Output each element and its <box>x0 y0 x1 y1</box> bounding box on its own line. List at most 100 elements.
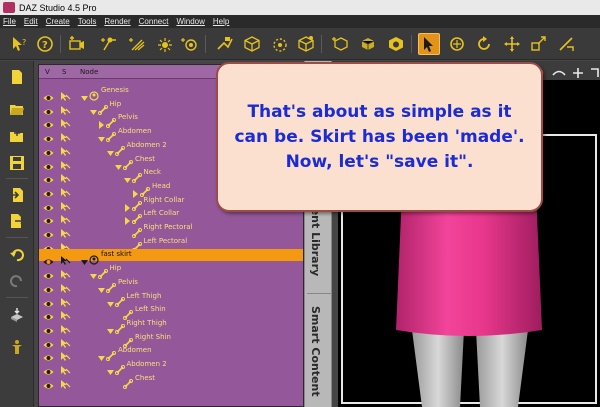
visibility-eye-icon[interactable] <box>43 169 54 183</box>
menu-help[interactable]: Help <box>213 17 229 26</box>
expand-arrow-down-icon[interactable] <box>98 128 105 143</box>
column-visible[interactable]: V <box>45 68 50 76</box>
scene-node-row[interactable]: Right Thigh <box>39 318 303 334</box>
selectable-cursor-icon[interactable] <box>60 127 71 143</box>
selectable-cursor-icon[interactable] <box>60 374 71 389</box>
selectable-cursor-icon[interactable] <box>60 278 71 293</box>
scene-node-row[interactable]: Right Shin <box>39 332 303 348</box>
visibility-eye-icon[interactable] <box>43 306 54 320</box>
help-icon[interactable]: ? <box>34 33 56 55</box>
visibility-eye-icon[interactable] <box>43 156 54 169</box>
expand-arrow-right-icon[interactable] <box>124 210 131 226</box>
redo-icon[interactable] <box>7 271 27 291</box>
visibility-eye-icon[interactable] <box>43 334 54 348</box>
new-scene-icon[interactable] <box>7 67 27 87</box>
scene-node-row[interactable]: Pelvis <box>39 277 303 293</box>
selectable-cursor-icon[interactable] <box>60 237 71 252</box>
visibility-eye-icon[interactable] <box>43 361 54 375</box>
visibility-eye-icon[interactable] <box>43 224 54 238</box>
selectable-cursor-icon[interactable] <box>60 305 71 321</box>
cube-ball-icon[interactable] <box>385 33 407 55</box>
translate-icon[interactable] <box>501 33 523 55</box>
import-icon[interactable] <box>7 185 27 205</box>
expand-arrow-down-icon[interactable] <box>115 156 122 170</box>
rotate-icon[interactable] <box>473 33 495 55</box>
expand-arrow-down-icon[interactable] <box>89 101 97 115</box>
menu-connect[interactable]: Connect <box>139 17 169 26</box>
expand-arrow-down-icon[interactable] <box>98 279 105 293</box>
selectable-cursor-icon[interactable] <box>60 86 71 101</box>
visibility-eye-icon[interactable] <box>43 142 54 156</box>
selectable-cursor-icon[interactable] <box>60 209 71 225</box>
selectable-cursor-icon[interactable] <box>60 264 71 280</box>
selectable-cursor-icon[interactable] <box>60 141 71 156</box>
selectable-cursor-icon[interactable] <box>60 223 71 238</box>
undo-icon[interactable] <box>7 245 27 265</box>
save-icon[interactable] <box>7 153 27 173</box>
open-file-icon[interactable] <box>7 99 27 119</box>
expand-arrow-down-icon[interactable] <box>98 347 105 362</box>
figure-tool-icon[interactable] <box>7 337 27 357</box>
selectable-cursor-icon[interactable] <box>60 196 71 211</box>
selectable-cursor-icon[interactable] <box>60 360 71 375</box>
expand-arrow-down-icon[interactable] <box>106 142 114 156</box>
selectable-cursor-icon[interactable] <box>60 250 71 266</box>
scene-node-row[interactable]: Abdomen 2 <box>39 359 303 376</box>
camera-plus-icon[interactable] <box>66 33 88 55</box>
scene-node-row[interactable]: Abdomen <box>39 345 303 362</box>
expand-arrow-down-icon[interactable] <box>106 361 114 375</box>
scene-node-row[interactable]: Left Shin <box>39 304 303 321</box>
menu-window[interactable]: Window <box>176 17 204 26</box>
cube-bounds-icon[interactable] <box>357 33 379 55</box>
selectable-cursor-icon[interactable] <box>60 346 71 362</box>
expand-arrow-right-icon[interactable] <box>132 183 139 198</box>
expand-arrow-down-icon[interactable] <box>81 87 88 101</box>
scene-node-row[interactable]: Left Thigh <box>39 291 303 307</box>
render-settings-icon[interactable] <box>214 33 236 55</box>
expand-arrow-down-icon[interactable] <box>89 265 97 280</box>
visibility-eye-icon[interactable] <box>43 197 54 211</box>
expand-arrow-down-icon[interactable] <box>123 169 131 184</box>
selectable-cursor-icon[interactable] <box>60 333 71 348</box>
fit-figure-icon[interactable] <box>7 305 27 325</box>
visibility-eye-icon[interactable] <box>43 293 54 306</box>
selectable-cursor-icon[interactable] <box>60 319 71 334</box>
viewport-zoom-icon[interactable] <box>589 64 599 77</box>
viewport-pan-icon[interactable] <box>552 64 566 76</box>
geometry-editor-icon[interactable] <box>555 33 577 55</box>
visibility-eye-icon[interactable] <box>43 210 54 224</box>
visibility-eye-icon[interactable] <box>43 251 54 265</box>
menu-file[interactable]: File <box>3 17 16 26</box>
visibility-eye-icon[interactable] <box>43 183 54 197</box>
selectable-cursor-icon[interactable] <box>60 155 71 170</box>
whats-this-icon[interactable]: ? <box>8 33 30 55</box>
scene-node-row[interactable]: Left Pectoral <box>39 236 303 252</box>
node-selection-icon[interactable] <box>418 33 440 55</box>
expand-arrow-right-icon[interactable] <box>98 114 105 130</box>
expand-arrow-down-icon[interactable] <box>81 251 88 266</box>
scene-node-row[interactable]: Chest <box>39 373 303 389</box>
selectable-cursor-icon[interactable] <box>60 168 71 184</box>
visibility-eye-icon[interactable] <box>43 87 54 101</box>
expand-arrow-right-icon[interactable] <box>124 197 131 212</box>
visibility-eye-icon[interactable] <box>43 128 54 142</box>
light-dial-icon[interactable] <box>179 33 201 55</box>
export-icon[interactable] <box>7 211 27 231</box>
orbit-icon[interactable] <box>446 33 468 55</box>
column-selectable[interactable]: S <box>62 68 66 76</box>
cube-star-icon[interactable] <box>330 33 352 55</box>
scale-icon[interactable] <box>528 33 550 55</box>
light-point-icon[interactable] <box>153 33 175 55</box>
menu-render[interactable]: Render <box>104 17 130 26</box>
visibility-eye-icon[interactable] <box>43 101 54 115</box>
cube-mesh-icon[interactable] <box>241 33 263 55</box>
menu-create[interactable]: Create <box>46 17 70 26</box>
visibility-eye-icon[interactable] <box>43 347 54 361</box>
expand-arrow-down-icon[interactable] <box>106 293 114 307</box>
visibility-eye-icon[interactable] <box>43 114 54 128</box>
tab-smart-content[interactable]: Smart Content <box>309 306 322 397</box>
light-spot-icon[interactable] <box>99 33 121 55</box>
visibility-eye-icon[interactable] <box>43 265 54 279</box>
selectable-cursor-icon[interactable] <box>60 292 71 307</box>
selectable-cursor-icon[interactable] <box>60 100 71 115</box>
